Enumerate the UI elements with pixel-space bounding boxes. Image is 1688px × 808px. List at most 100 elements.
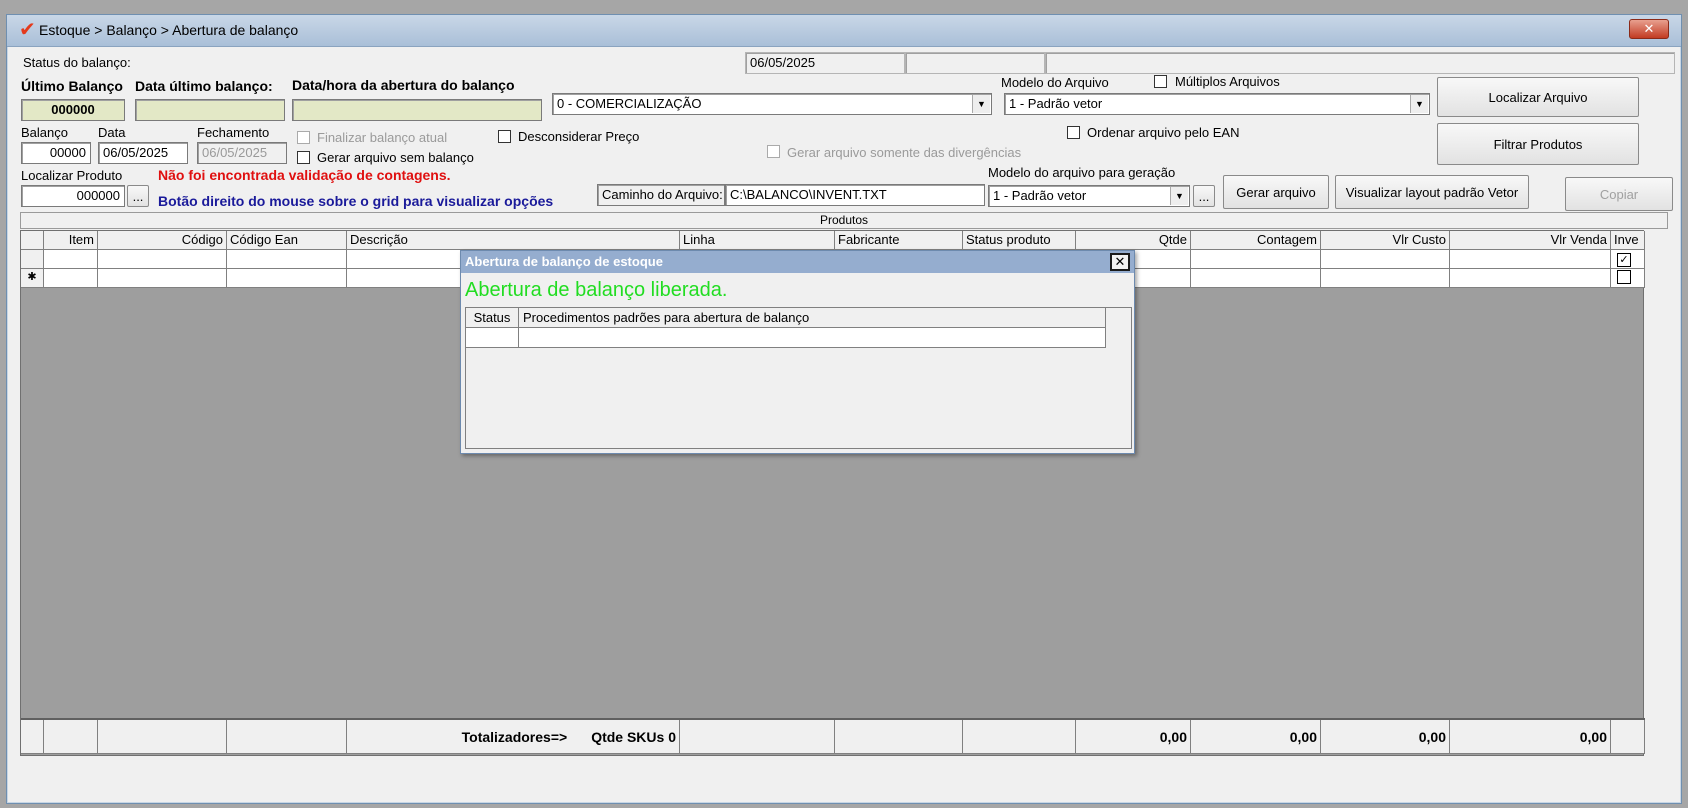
status-date: 06/05/2025	[745, 52, 905, 74]
dialog-title-bar: Abertura de balanço de estoque ✕	[461, 251, 1134, 273]
total-vlr-venda: 0,00	[1450, 720, 1611, 754]
table-row[interactable]	[466, 328, 1106, 348]
app-check-icon: ✔	[19, 19, 36, 41]
fechamento-field: 06/05/2025	[197, 142, 287, 164]
dialog-close-button[interactable]: ✕	[1110, 253, 1130, 271]
col-item[interactable]: Item	[44, 231, 98, 250]
abertura-label: Data/hora da abertura do balanço	[292, 77, 515, 93]
procedimentos-header: Status Procedimentos padrões para abertu…	[466, 308, 1106, 328]
caminho-label: Caminho do Arquivo:	[597, 184, 725, 206]
procedimentos-table[interactable]: Status Procedimentos padrões para abertu…	[465, 307, 1132, 449]
multiplos-arquivos-checkbox[interactable]	[1154, 75, 1167, 88]
visualizar-layout-button[interactable]: Visualizar layout padrão Vetor	[1335, 175, 1529, 209]
dialog-message: Abertura de balanço liberada.	[465, 279, 728, 301]
cell	[1191, 250, 1321, 269]
col-inve[interactable]: Inve	[1611, 231, 1645, 250]
data-label: Data	[98, 125, 126, 140]
balanco-field[interactable]: 00000	[21, 142, 91, 164]
col-procedimentos[interactable]: Procedimentos padrões para abertura de b…	[519, 308, 1106, 328]
cell	[680, 720, 835, 754]
modelo-geracao-label: Modelo do arquivo para geração	[988, 165, 1176, 180]
col-qtde[interactable]: Qtde	[1076, 231, 1191, 250]
ordenar-ean-label: Ordenar arquivo pelo EAN	[1087, 125, 1240, 140]
modelo-geracao-select[interactable]: 1 - Padrão vetor ▼	[988, 185, 1190, 207]
grid-title: Produtos	[20, 212, 1668, 229]
total-qtde: 0,00	[1076, 720, 1191, 754]
ordenar-ean-checkbox[interactable]	[1067, 126, 1080, 139]
inve-cell[interactable]	[1611, 269, 1645, 288]
desconsiderar-preco-label: Desconsiderar Preço	[518, 129, 640, 144]
cell	[466, 328, 519, 348]
modelo-arquivo-label: Modelo do Arquivo	[1001, 75, 1109, 90]
status-box-2	[905, 52, 1045, 74]
row-marker	[21, 250, 44, 269]
inve-cell[interactable]: ✓	[1611, 250, 1645, 269]
gerar-divergencias-label: Gerar arquivo somente das divergências	[787, 145, 1022, 160]
modelo-arquivo-select[interactable]: 1 - Padrão vetor ▼	[1004, 93, 1430, 115]
dialog-title: Abertura de balanço de estoque	[465, 254, 663, 269]
unchecked-checkbox-icon[interactable]	[1617, 270, 1631, 284]
grid-header-row: Item Código Código Ean Descrição Linha F…	[21, 231, 1645, 250]
gerar-arquivo-button[interactable]: Gerar arquivo	[1223, 175, 1329, 209]
ultimo-balanco-label: Último Balanço	[21, 78, 123, 94]
desconsiderar-preco-checkbox[interactable]	[498, 130, 511, 143]
col-linha[interactable]: Linha	[680, 231, 835, 250]
cell	[835, 720, 963, 754]
cell	[1321, 250, 1450, 269]
caminho-field[interactable]: C:\BALANCO\INVENT.TXT	[725, 184, 985, 206]
cell	[1191, 269, 1321, 288]
finalizar-balanco-checkbox[interactable]	[297, 131, 310, 144]
col-status[interactable]: Status	[466, 308, 519, 328]
chevron-down-icon[interactable]: ▼	[1410, 95, 1428, 113]
modelo-geracao-value: 1 - Padrão vetor	[993, 188, 1087, 203]
status-box-3	[1045, 52, 1675, 74]
col-marker	[21, 231, 44, 250]
totals-label-cell: Totalizadores=> Qtde SKUs 0	[347, 720, 680, 754]
localizar-arquivo-button[interactable]: Localizar Arquivo	[1437, 77, 1639, 117]
tipo-balanco-value: 0 - COMERCIALIZAÇÃO	[557, 96, 702, 111]
filtrar-produtos-button[interactable]: Filtrar Produtos	[1437, 123, 1639, 165]
gerar-sem-balanco-label: Gerar arquivo sem balanço	[317, 150, 474, 165]
modelo-geracao-dots-button[interactable]: ...	[1193, 185, 1215, 207]
modelo-arquivo-value: 1 - Padrão vetor	[1009, 96, 1103, 111]
data-ultimo-balanco-field	[135, 99, 285, 121]
localizar-produto-button[interactable]: ...	[127, 185, 149, 207]
tipo-balanco-select[interactable]: 0 - COMERCIALIZAÇÃO ▼	[552, 93, 992, 115]
multiplos-arquivos-label: Múltiplos Arquivos	[1175, 74, 1280, 89]
localizar-produto-field[interactable]: 000000	[21, 185, 125, 207]
abertura-dialog: Abertura de balanço de estoque ✕ Abertur…	[460, 250, 1135, 454]
cell	[227, 720, 347, 754]
cell	[44, 720, 98, 754]
title-bar: ✔ Estoque > Balanço > Abertura de balanç…	[7, 15, 1681, 47]
cell	[963, 720, 1076, 754]
gerar-divergencias-checkbox[interactable]	[767, 145, 780, 158]
col-vlr-venda[interactable]: Vlr Venda	[1450, 231, 1611, 250]
balanco-label: Balanço	[21, 125, 68, 140]
col-codigo[interactable]: Código	[98, 231, 227, 250]
status-label: Status do balanço:	[23, 55, 131, 70]
total-contagem: 0,00	[1191, 720, 1321, 754]
cell	[1450, 250, 1611, 269]
chevron-down-icon[interactable]: ▼	[1170, 187, 1188, 205]
col-status-produto[interactable]: Status produto	[963, 231, 1076, 250]
col-vlr-custo[interactable]: Vlr Custo	[1321, 231, 1450, 250]
chevron-down-icon[interactable]: ▼	[972, 95, 990, 113]
window-close-button[interactable]: ✕	[1629, 19, 1669, 39]
checked-checkbox-icon[interactable]: ✓	[1617, 253, 1631, 267]
total-vlr-custo: 0,00	[1321, 720, 1450, 754]
cell	[227, 250, 347, 269]
cell	[44, 269, 98, 288]
col-descricao[interactable]: Descrição	[347, 231, 680, 250]
col-fabricante[interactable]: Fabricante	[835, 231, 963, 250]
totals-skus: Qtde SKUs 0	[591, 729, 676, 745]
data-field[interactable]: 06/05/2025	[98, 142, 188, 164]
cell	[519, 328, 1106, 348]
col-contagem[interactable]: Contagem	[1191, 231, 1321, 250]
window-title: Estoque > Balanço > Abertura de balanço	[39, 22, 299, 38]
totals-label: Totalizadores=>	[461, 729, 568, 745]
copiar-button[interactable]: Copiar	[1565, 177, 1673, 211]
gerar-sem-balanco-checkbox[interactable]	[297, 151, 310, 164]
col-codigo-ean[interactable]: Código Ean	[227, 231, 347, 250]
cell	[1321, 269, 1450, 288]
cell	[1611, 720, 1645, 754]
